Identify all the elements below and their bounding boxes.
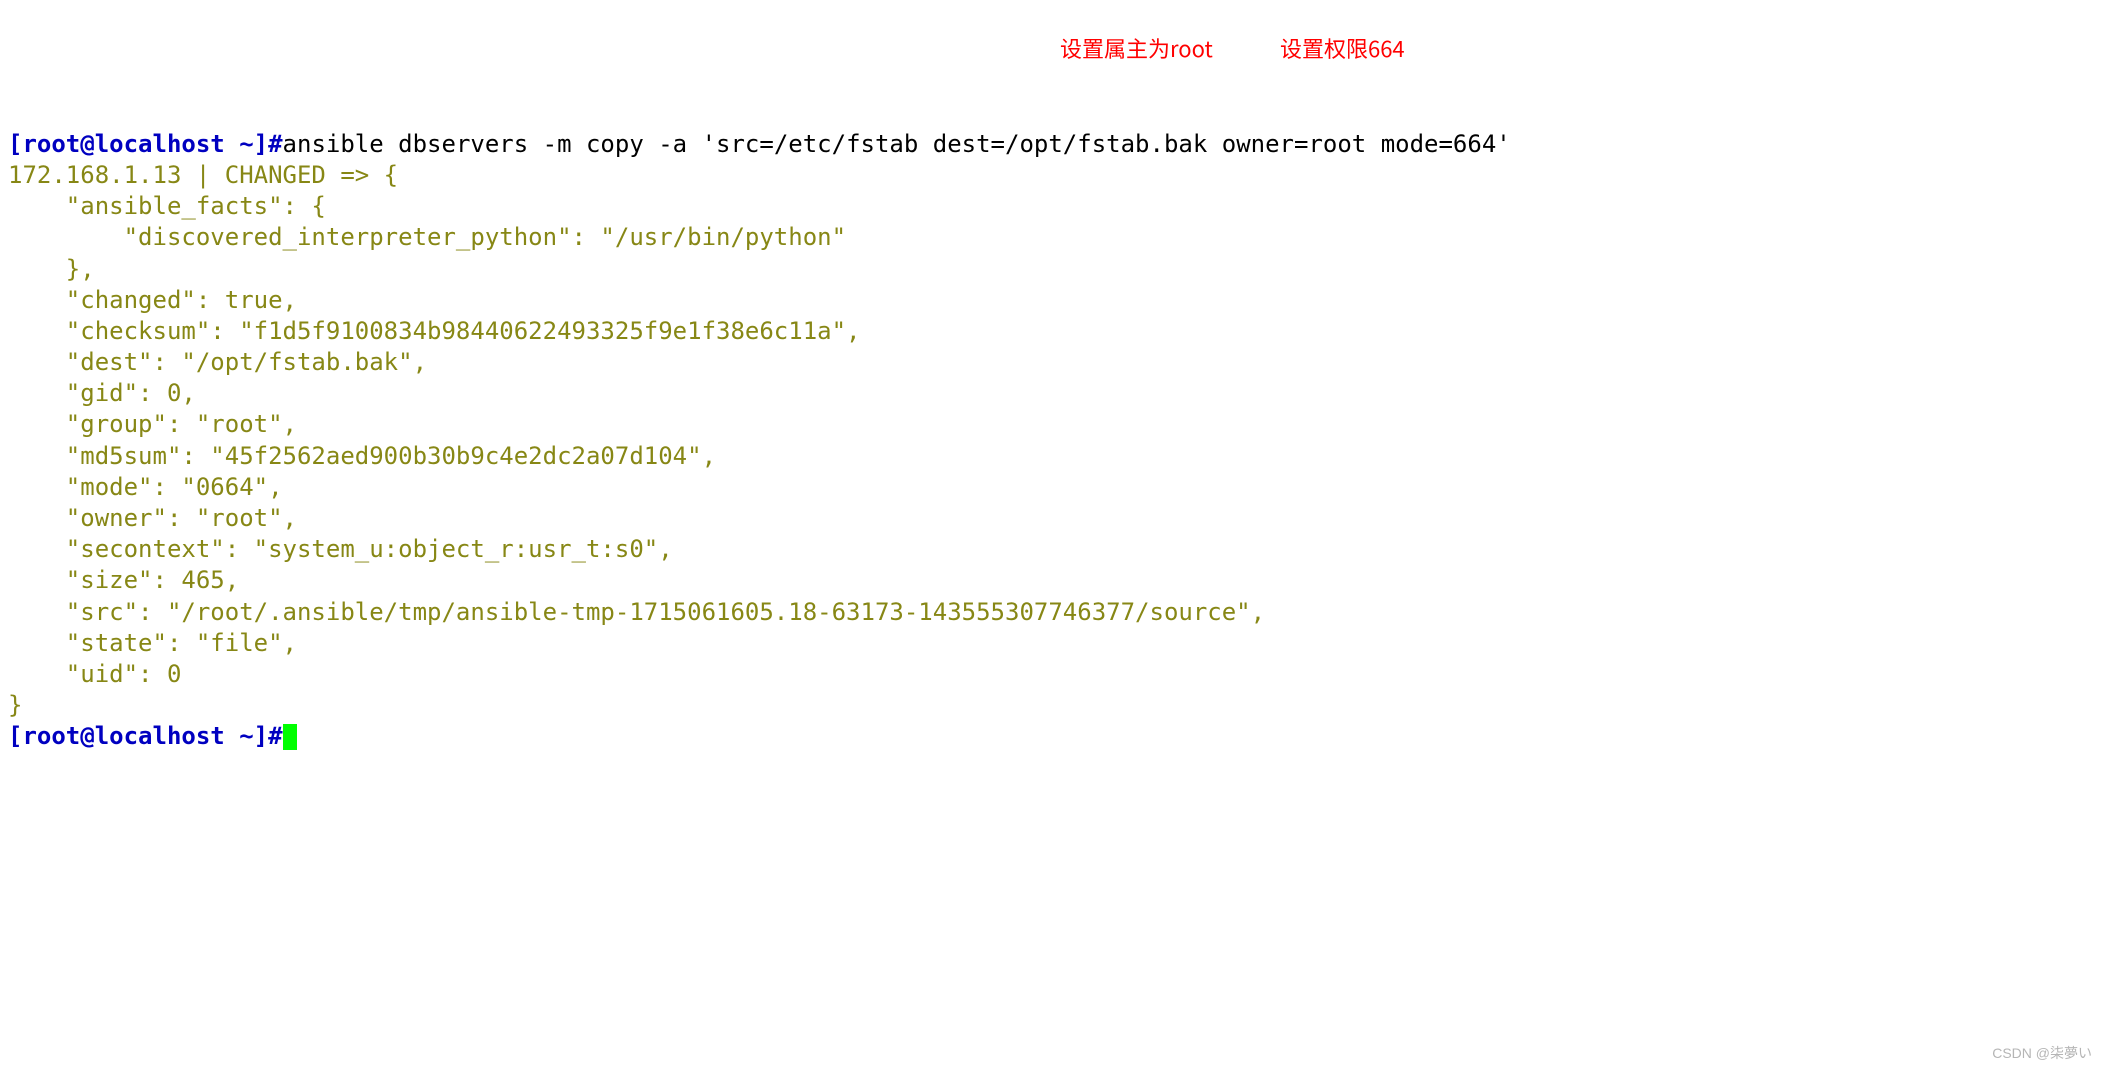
terminal-output: [root@localhost ~]#ansible dbservers -m …: [8, 129, 2096, 753]
output-line: "state": "file",: [8, 629, 297, 657]
output-line: "md5sum": "45f2562aed900b30b9c4e2dc2a07d…: [8, 442, 716, 470]
output-line: "changed": true,: [8, 286, 297, 314]
annotation-mode: 设置权限664: [1280, 34, 1405, 63]
prompt-userhost: root@localhost ~: [22, 130, 253, 158]
output-line: },: [8, 255, 95, 283]
prompt-bracket-close: ]#: [254, 130, 283, 158]
output-line: "dest": "/opt/fstab.bak",: [8, 348, 427, 376]
prompt-userhost: root@localhost ~: [22, 722, 253, 750]
cursor-icon[interactable]: [283, 724, 298, 750]
result-header: 172.168.1.13 | CHANGED => {: [8, 161, 398, 189]
output-line: "secontext": "system_u:object_r:usr_t:s0…: [8, 535, 673, 563]
output-line: "checksum": "f1d5f9100834b98440622493325…: [8, 317, 861, 345]
command-text: ansible dbservers -m copy -a 'src=/etc/f…: [283, 130, 1511, 158]
output-line: "owner": "root",: [8, 504, 297, 532]
annotation-owner: 设置属主为root: [1060, 34, 1213, 63]
watermark-text: CSDN @柒夢い: [1992, 1044, 2092, 1062]
output-line: }: [8, 691, 22, 719]
output-line: "src": "/root/.ansible/tmp/ansible-tmp-1…: [8, 598, 1265, 626]
prompt-bracket-close: ]#: [254, 722, 283, 750]
output-line: "ansible_facts": {: [8, 192, 326, 220]
output-line: "mode": "0664",: [8, 473, 283, 501]
prompt-bracket: [: [8, 722, 22, 750]
prompt-bracket: [: [8, 130, 22, 158]
output-line: "gid": 0,: [8, 379, 196, 407]
output-line: "group": "root",: [8, 410, 297, 438]
output-line: "uid": 0: [8, 660, 181, 688]
output-line: "discovered_interpreter_python": "/usr/b…: [8, 223, 846, 251]
output-line: "size": 465,: [8, 566, 239, 594]
